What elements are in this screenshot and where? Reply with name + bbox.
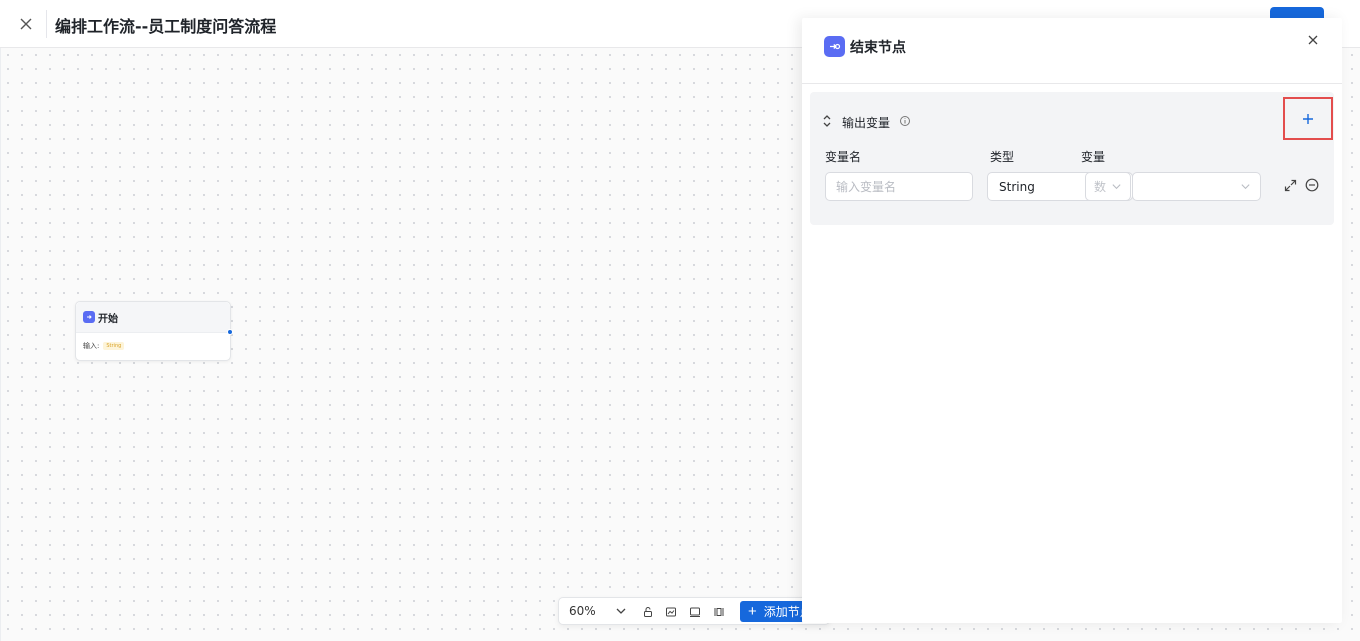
plus-icon: + [748, 603, 757, 620]
chevron-down-icon [1112, 184, 1121, 190]
lock-icon[interactable] [641, 605, 655, 619]
end-node-icon [824, 36, 845, 57]
layout-icon[interactable] [712, 605, 726, 619]
plus-icon [1303, 113, 1313, 124]
column-header-name: 变量名 [825, 150, 862, 164]
chevron-down-icon[interactable] [615, 605, 627, 617]
end-node-drawer: 结束节点 输出变量 变量名 类型 变量 String 数 [802, 18, 1342, 623]
add-variable-button[interactable] [1283, 97, 1333, 140]
chevron-down-icon [1241, 184, 1250, 190]
start-node-body: 输入: String [76, 333, 230, 359]
remove-icon[interactable] [1305, 178, 1319, 192]
source-select-value: 数 [1094, 180, 1107, 194]
start-node-output-handle[interactable] [227, 329, 233, 335]
canvas-toolbar: 60% + 添加节点 [558, 597, 830, 625]
output-variables-panel: 输出变量 变量名 类型 变量 String 数 [810, 92, 1334, 225]
info-icon[interactable] [899, 115, 911, 127]
column-header-type: 类型 [990, 150, 1015, 164]
page-title: 编排工作流--员工制度问答流程 [55, 17, 277, 36]
close-drawer-button[interactable] [1305, 32, 1321, 48]
output-variables-title: 输出变量 [842, 116, 891, 130]
start-node-icon [83, 311, 95, 323]
start-node-input-label: 输入: [83, 342, 100, 350]
expand-icon[interactable] [1284, 179, 1297, 192]
start-node-header: 开始 [76, 302, 230, 333]
close-editor-button[interactable] [14, 12, 38, 36]
type-select-value: String [999, 179, 1035, 194]
close-icon [20, 18, 32, 30]
start-node-input-tag: String [103, 342, 125, 350]
header-divider [46, 10, 47, 38]
column-header-variable: 变量 [1081, 150, 1106, 164]
source-select[interactable]: 数 [1085, 172, 1131, 201]
minimap-icon[interactable] [664, 605, 678, 619]
drawer-header: 结束节点 [802, 18, 1342, 84]
expand-collapse-icon[interactable] [822, 114, 832, 128]
start-node-title: 开始 [98, 313, 118, 325]
start-node[interactable]: 开始 输入: String [75, 301, 233, 361]
variable-name-input[interactable] [825, 172, 973, 201]
close-icon [1308, 35, 1318, 45]
zoom-level[interactable]: 60% [569, 604, 596, 618]
variable-value-select[interactable] [1132, 172, 1261, 201]
drawer-title: 结束节点 [850, 40, 906, 56]
fit-view-icon[interactable] [688, 605, 702, 619]
